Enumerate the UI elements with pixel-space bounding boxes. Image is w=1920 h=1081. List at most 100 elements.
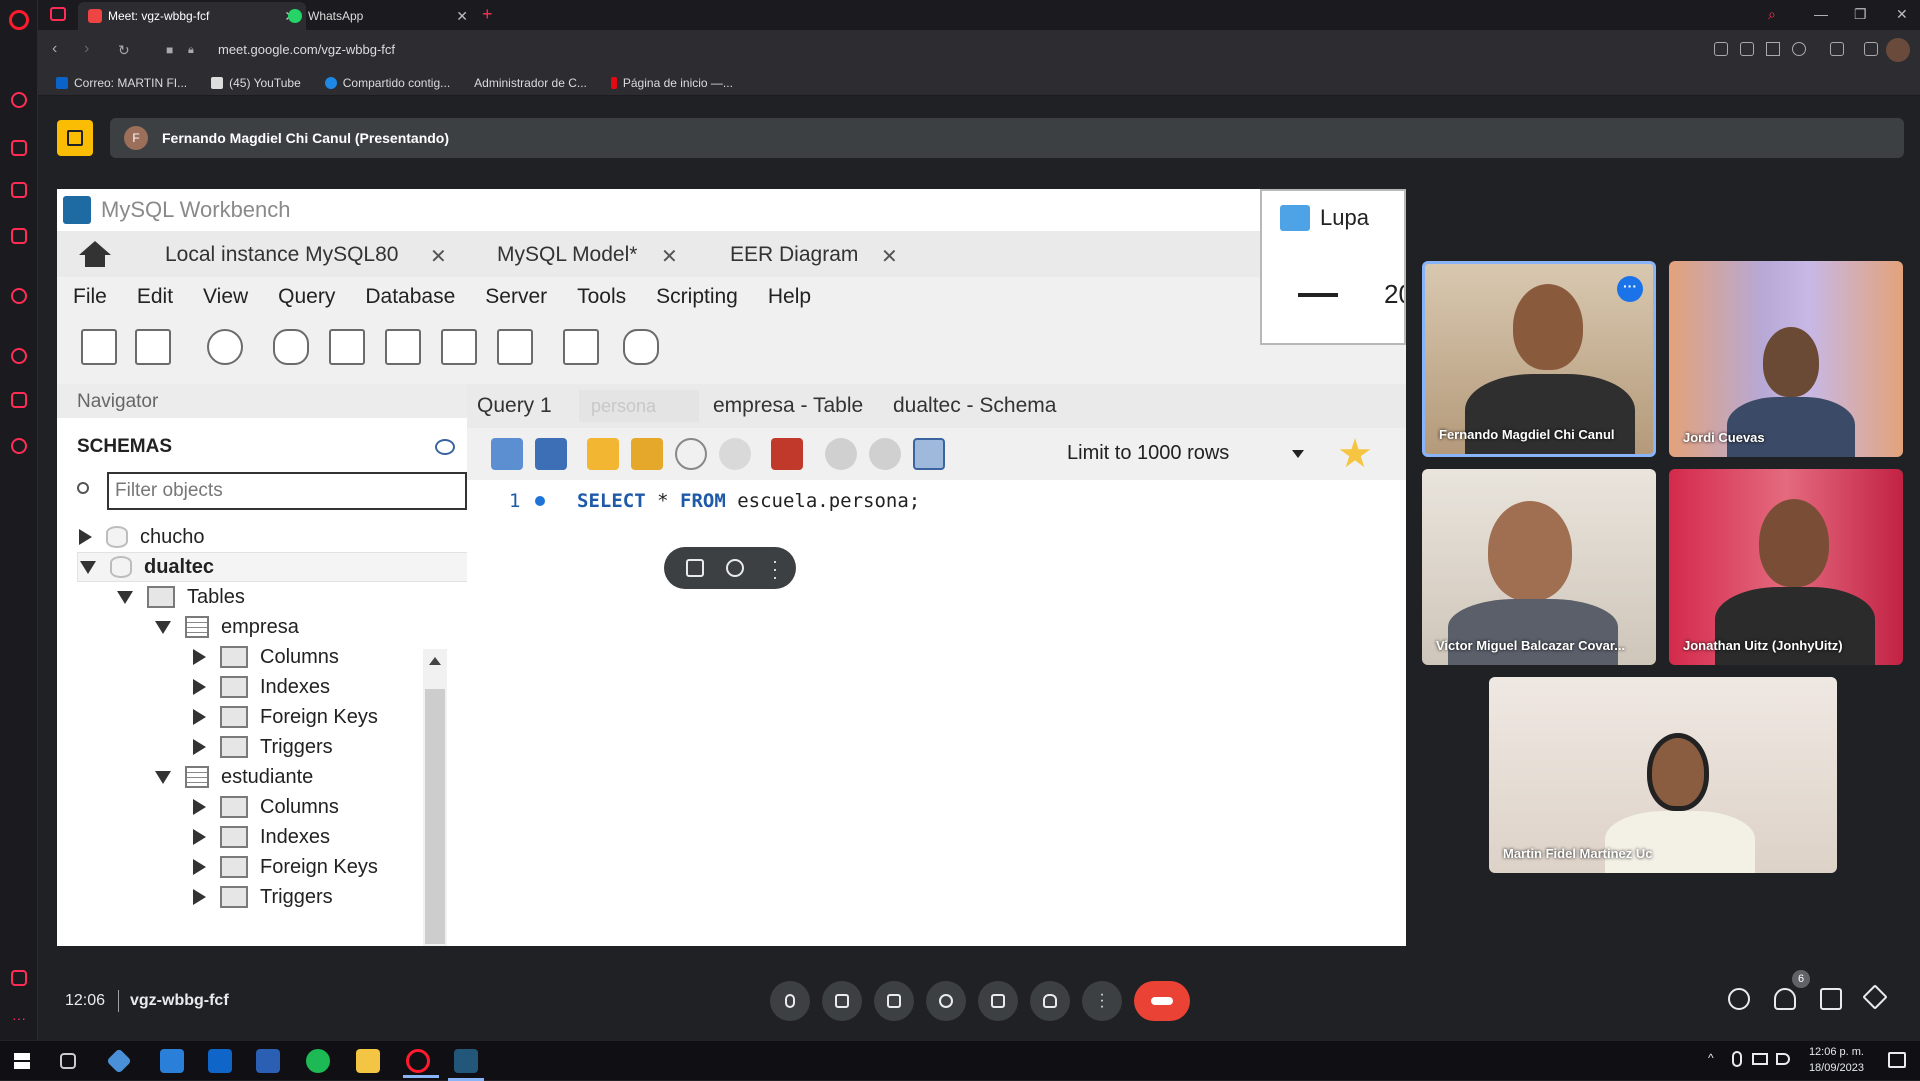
hide-presentation-icon[interactable] bbox=[686, 559, 704, 577]
close-icon[interactable]: ✕ bbox=[430, 244, 447, 269]
task-view-icon[interactable] bbox=[60, 1053, 76, 1069]
word-icon[interactable] bbox=[256, 1049, 280, 1073]
volume-icon[interactable] bbox=[1776, 1053, 1790, 1065]
opera-logo-icon[interactable] bbox=[9, 10, 29, 30]
expand-icon[interactable] bbox=[193, 739, 206, 755]
extensions-icon[interactable] bbox=[11, 392, 27, 408]
mute-presentation-audio-icon[interactable] bbox=[726, 559, 744, 577]
sql-code[interactable]: SELECT * FROM escuela.persona; bbox=[577, 490, 920, 512]
tab-query-1[interactable]: Query 1 bbox=[477, 394, 552, 418]
tree-node-triggers[interactable]: Triggers bbox=[193, 732, 333, 762]
menu-tools[interactable]: Tools bbox=[577, 285, 626, 309]
bookmark-youtube[interactable]: (45) YouTube bbox=[211, 76, 301, 90]
twitch-icon[interactable] bbox=[11, 182, 27, 198]
tree-node-indexes[interactable]: Indexes bbox=[193, 672, 330, 702]
raise-hand-button[interactable] bbox=[1030, 981, 1070, 1021]
present-button[interactable] bbox=[978, 981, 1018, 1021]
expand-icon[interactable] bbox=[193, 679, 206, 695]
windows-start-icon[interactable] bbox=[14, 1053, 30, 1069]
execute-current-icon[interactable] bbox=[631, 438, 663, 470]
autocommit-icon[interactable] bbox=[913, 438, 945, 470]
tab-whatsapp[interactable]: WhatsApp ✕ bbox=[278, 2, 478, 30]
participant-tile-fernando[interactable]: ··· Fernando Magdiel Chi Canul bbox=[1422, 261, 1656, 457]
people-icon[interactable] bbox=[1774, 988, 1796, 1010]
bookmark-netflix[interactable]: Página de inicio —... bbox=[610, 76, 733, 90]
menu-scripting[interactable]: Scripting bbox=[656, 285, 738, 309]
shopping-icon[interactable] bbox=[11, 140, 27, 156]
menu-query[interactable]: Query bbox=[278, 285, 335, 309]
app-cube-icon[interactable] bbox=[106, 1048, 132, 1074]
expand-icon[interactable] bbox=[193, 649, 206, 665]
close-icon[interactable]: ✕ bbox=[456, 8, 468, 25]
back-icon[interactable]: ‹ bbox=[52, 40, 57, 58]
system-clock[interactable]: 12:06 p. m. 18/09/2023 bbox=[1809, 1044, 1864, 1076]
tray-overflow-icon[interactable]: ^ bbox=[1708, 1051, 1714, 1065]
snapshot-icon[interactable] bbox=[1740, 42, 1754, 56]
expand-icon[interactable] bbox=[193, 889, 206, 905]
create-table-icon[interactable] bbox=[329, 329, 365, 365]
search-icon[interactable]: ⌕ bbox=[1768, 6, 1776, 23]
refresh-icon[interactable] bbox=[435, 439, 455, 455]
tab-meet[interactable]: Meet: vgz-wbbg-fcf ✕ bbox=[78, 2, 306, 30]
outlook-icon[interactable] bbox=[208, 1049, 232, 1073]
open-sql-script-icon[interactable] bbox=[135, 329, 171, 365]
collapse-icon[interactable] bbox=[155, 620, 171, 634]
expand-icon[interactable] bbox=[193, 829, 206, 845]
create-schema-icon[interactable] bbox=[273, 329, 309, 365]
close-window-icon[interactable]: ✕ bbox=[1896, 6, 1908, 23]
scroll-up-icon[interactable] bbox=[429, 657, 441, 665]
reload-icon[interactable]: ↻ bbox=[118, 42, 130, 59]
vscode-icon[interactable] bbox=[160, 1049, 184, 1073]
camera-button[interactable] bbox=[822, 981, 862, 1021]
chevron-down-icon[interactable] bbox=[1292, 450, 1304, 458]
notifications-icon[interactable] bbox=[1888, 1052, 1906, 1068]
opera-taskbar-icon[interactable] bbox=[403, 1049, 439, 1078]
tree-node-triggers[interactable]: Triggers bbox=[193, 882, 333, 912]
expand-icon[interactable] bbox=[193, 709, 206, 725]
workspaces-icon[interactable] bbox=[50, 7, 66, 21]
expand-icon[interactable] bbox=[193, 799, 206, 815]
bookmark-admin[interactable]: Administrador de C... bbox=[474, 76, 587, 90]
menu-help[interactable]: Help bbox=[768, 285, 811, 309]
reactions-button[interactable] bbox=[926, 981, 966, 1021]
save-icon[interactable] bbox=[535, 438, 567, 470]
menu-view[interactable]: View bbox=[203, 285, 248, 309]
tab-persona[interactable]: persona bbox=[579, 390, 699, 422]
filter-objects-input[interactable] bbox=[107, 472, 467, 510]
menu-icon[interactable] bbox=[1864, 42, 1878, 56]
limit-rows-select[interactable]: Limit to 1000 rows bbox=[1067, 442, 1229, 465]
tree-node-columns[interactable]: Columns bbox=[193, 792, 339, 822]
profile-avatar[interactable] bbox=[1886, 38, 1910, 62]
tree-node-empresa[interactable]: empresa bbox=[155, 612, 299, 642]
tree-node-dualtec[interactable]: dualtec bbox=[77, 552, 503, 582]
restore-icon[interactable]: ❐ bbox=[1854, 6, 1867, 23]
collapse-icon[interactable] bbox=[117, 590, 133, 604]
new-tab-icon[interactable]: + bbox=[482, 4, 493, 25]
tab-dualtec-schema[interactable]: dualtec - Schema bbox=[893, 394, 1056, 418]
download-icon[interactable] bbox=[1830, 42, 1844, 56]
stop-icon[interactable] bbox=[719, 438, 751, 470]
tree-node-estudiante[interactable]: estudiante bbox=[155, 762, 313, 792]
lock-icon[interactable]: 🔒︎ bbox=[188, 44, 194, 57]
menu-edit[interactable]: Edit bbox=[137, 285, 173, 309]
participant-tile-victor[interactable]: Victor Miguel Balcazar Covar... bbox=[1422, 469, 1656, 665]
settings-icon[interactable] bbox=[11, 438, 27, 454]
explain-icon[interactable] bbox=[675, 438, 707, 470]
search-table-data-icon[interactable] bbox=[563, 329, 599, 365]
rollback-icon[interactable] bbox=[869, 438, 901, 470]
more-icon[interactable]: ··· bbox=[12, 1010, 26, 1026]
mysql-workbench-taskbar-icon[interactable] bbox=[448, 1049, 484, 1081]
participant-tile-martin[interactable]: Martin Fidel Martinez Uc bbox=[1489, 677, 1837, 873]
reconnect-icon[interactable] bbox=[623, 329, 659, 365]
close-icon[interactable]: ✕ bbox=[661, 244, 678, 269]
share-icon[interactable] bbox=[1714, 42, 1728, 56]
open-file-icon[interactable] bbox=[491, 438, 523, 470]
tab-empresa-table[interactable]: empresa - Table bbox=[713, 394, 863, 418]
tree-node-indexes[interactable]: Indexes bbox=[193, 822, 330, 852]
collapse-icon[interactable] bbox=[80, 560, 96, 574]
toggle-error-icon[interactable] bbox=[771, 438, 803, 470]
participant-tile-jordi[interactable]: Jordi Cuevas bbox=[1669, 261, 1903, 457]
tree-node-chucho[interactable]: chucho bbox=[79, 522, 205, 552]
close-icon[interactable]: ✕ bbox=[881, 244, 898, 269]
send-icon[interactable] bbox=[1766, 42, 1780, 56]
